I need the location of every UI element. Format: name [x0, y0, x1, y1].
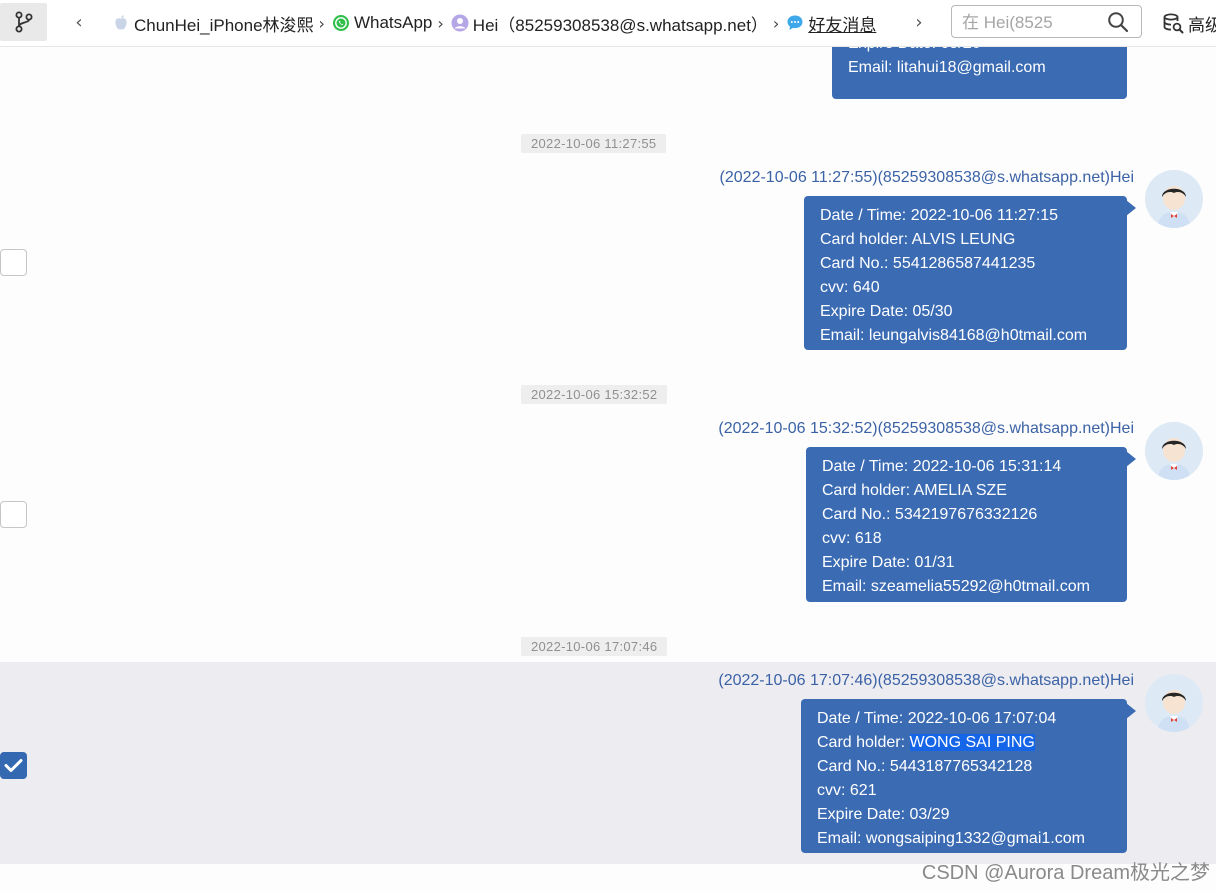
message-bubble[interactable]: Date / Time: 2022-10-06 11:27:15 Card ho… [804, 196, 1136, 350]
message-line: Card No.: 5541286587441235 [820, 255, 1036, 272]
checkmark-icon [4, 759, 23, 772]
message-checkbox[interactable] [0, 501, 27, 528]
message-line: cvv: 618 [822, 530, 882, 547]
message-line: cvv: 621 [817, 782, 877, 799]
watermark: CSDN @Aurora Dream极光之梦 [921, 862, 1210, 884]
selected-text-highlight[interactable]: WONG SAI PING [909, 734, 1035, 751]
message-line: Date / Time: 2022-10-06 17:07:04 [817, 710, 1057, 727]
breadcrumb-app[interactable]: WhatsApp [332, 13, 432, 33]
user-icon [451, 14, 469, 32]
message-line: Email: wongsaiping1332@gmai1.com [817, 830, 1085, 847]
message-line: Expire Date: 05/26 [848, 47, 1111, 56]
message-bubble[interactable]: Expire Date: 05/26 Email: litahui18@gmai… [832, 47, 1127, 99]
message-line: Card No.: 5342197676332126 [822, 506, 1038, 523]
message-line: Email: litahui18@gmail.com [848, 59, 1046, 76]
message-line: Expire Date: 05/30 [820, 303, 953, 320]
breadcrumb-separator: › [772, 13, 780, 33]
message-line: Date / Time: 2022-10-06 15:31:14 [822, 458, 1062, 475]
branch-button[interactable] [0, 3, 47, 41]
branch-icon [15, 11, 32, 33]
breadcrumb-friend-messages[interactable]: 好友消息 [786, 11, 876, 36]
time-separator: 2022-10-06 17:07:46 [521, 637, 668, 656]
breadcrumb-device-label: ChunHei_iPhone林浚熙 [134, 15, 314, 35]
breadcrumb-app-label: WhatsApp [353, 13, 433, 32]
message-bubble[interactable]: Date / Time: 2022-10-06 17:07:04 Card ho… [801, 699, 1136, 853]
message-line: Card holder: AMELIA SZE [822, 482, 1007, 499]
breadcrumb-contact[interactable]: Hei（85259308538@s.whatsapp.net） [451, 11, 768, 36]
message-line: Card holder: WONG SAI PING [817, 731, 1111, 755]
advanced-search-button[interactable]: 高级 [1162, 8, 1216, 38]
forward-button[interactable]: › [908, 9, 930, 35]
search-box [951, 5, 1142, 38]
message-line-text: Card holder: [817, 734, 910, 751]
apple-icon [115, 15, 127, 30]
message-checkbox[interactable] [0, 249, 27, 276]
breadcrumb: ChunHei_iPhone林浚熙 › WhatsApp › Hei（85259… [112, 0, 876, 46]
breadcrumb-contact-label: Hei（85259308538@s.whatsapp.net） [472, 15, 768, 35]
chat-bubble-icon [787, 15, 803, 30]
avatar[interactable] [1145, 422, 1203, 480]
message-sender: (2022-10-06 11:27:55)(85259308538@s.what… [719, 169, 1134, 186]
avatar[interactable] [1145, 170, 1203, 228]
search-icon[interactable] [1107, 11, 1129, 33]
advanced-search-label: 高级 [1188, 15, 1216, 35]
breadcrumb-separator: › [437, 13, 444, 33]
toolbar: ‹ ChunHei_iPhone林浚熙 › WhatsApp › Hei（852… [0, 0, 1216, 47]
whatsapp-icon [332, 15, 349, 31]
time-separator: 2022-10-06 11:27:55 [521, 134, 667, 153]
message-line: cvv: 640 [820, 279, 880, 296]
time-separator: 2022-10-06 15:32:52 [521, 385, 668, 404]
message-line: Email: leungalvis84168@h0tmail.com [820, 327, 1088, 344]
message-sender: (2022-10-06 17:07:46)(85259308538@s.what… [718, 672, 1134, 689]
message-line: Card No.: 5443187765342128 [817, 758, 1033, 775]
database-search-icon [1163, 13, 1184, 34]
chevron-right-icon: › [915, 11, 923, 33]
breadcrumb-separator: › [318, 13, 325, 33]
message-sender: (2022-10-06 15:32:52)(85259308538@s.what… [718, 420, 1134, 437]
breadcrumb-friend-messages-label: 好友消息 [808, 15, 877, 35]
message-line: Expire Date: 03/29 [817, 806, 950, 823]
search-input[interactable] [960, 9, 1104, 36]
message-line: Expire Date: 01/31 [822, 554, 955, 571]
message-bubble[interactable]: Date / Time: 2022-10-06 15:31:14 Card ho… [806, 447, 1136, 602]
avatar[interactable] [1145, 674, 1203, 732]
chevron-left-icon: ‹ [75, 11, 83, 33]
back-button[interactable]: ‹ [68, 9, 90, 35]
message-line: Date / Time: 2022-10-06 11:27:15 [820, 207, 1059, 224]
breadcrumb-device[interactable]: ChunHei_iPhone林浚熙 [112, 11, 314, 36]
message-line: Card holder: ALVIS LEUNG [820, 231, 1016, 248]
message-line: Email: szeamelia55292@h0tmail.com [822, 578, 1090, 595]
message-checkbox-checked[interactable] [0, 752, 27, 779]
message-list[interactable]: Expire Date: 05/26 Email: litahui18@gmai… [0, 47, 1216, 891]
